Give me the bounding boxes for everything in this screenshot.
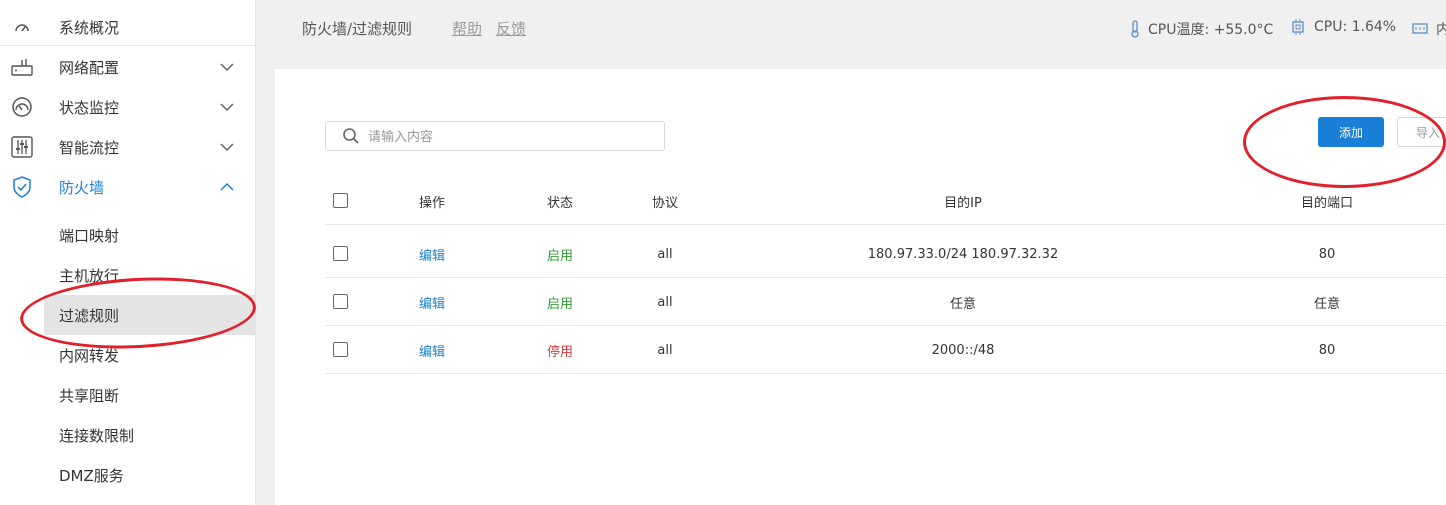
memory-text: 内 xyxy=(1436,22,1446,38)
dashboard-icon xyxy=(10,15,34,39)
sidebar-subitem-label: 共享阻断 xyxy=(59,386,120,405)
sidebar-item-network[interactable]: 网络配置 xyxy=(0,47,256,87)
column-header: 目的端口 xyxy=(1300,195,1353,211)
column-header: 目的IP xyxy=(944,195,982,211)
sidebar-item-label: 网络配置 xyxy=(59,58,120,77)
search-icon xyxy=(343,128,359,144)
sidebar-subitem-filter-rules[interactable]: 过滤规则 xyxy=(44,295,255,335)
sidebar-subitem-label: 过滤规则 xyxy=(59,306,120,325)
add-button[interactable]: 添加 xyxy=(1318,117,1384,147)
dest-port-cell: 80 xyxy=(1318,246,1336,262)
search-input[interactable] xyxy=(368,127,648,147)
cpu-usage-stat: CPU: 1.64% xyxy=(1290,19,1396,35)
router-icon xyxy=(10,55,34,79)
row-checkbox[interactable] xyxy=(333,294,348,309)
sidebar-item-label: 防火墙 xyxy=(59,178,105,197)
select-all-checkbox[interactable] xyxy=(333,193,348,208)
sidebar-item-firewall[interactable]: 防火墙 xyxy=(0,167,256,207)
sidebar-subitem-dmz[interactable]: DMZ服务 xyxy=(0,455,256,495)
breadcrumb: 防火墙/过滤规则 xyxy=(302,20,413,38)
sidebar-item-label: 状态监控 xyxy=(59,98,120,117)
dest-port-cell: 任意 xyxy=(1313,296,1340,312)
sliders-icon xyxy=(10,135,34,159)
column-header: 操作 xyxy=(418,195,445,211)
column-header: 协议 xyxy=(651,195,678,211)
column-header: 状态 xyxy=(546,195,573,211)
sidebar-item-traffic[interactable]: 智能流控 xyxy=(0,127,256,167)
divider xyxy=(0,45,256,46)
sidebar-item-label: 智能流控 xyxy=(59,138,120,157)
cpu-chip-icon xyxy=(1292,19,1304,35)
table-row: 编辑 启用 all 180.97.33.0/24 180.97.32.32 80 xyxy=(325,230,1446,278)
dest-ip-cell: 2000::/48 xyxy=(931,342,995,358)
gauge-icon xyxy=(10,95,34,119)
sidebar-subitem-conn-limit[interactable]: 连接数限制 xyxy=(0,415,256,455)
feedback-link[interactable]: 反馈 xyxy=(496,18,526,39)
chevron-down-icon xyxy=(220,143,234,152)
memory-icon xyxy=(1412,23,1428,34)
cpu-temp-stat: CPU温度: +55.0°C xyxy=(1130,19,1273,39)
chevron-down-icon xyxy=(220,63,234,72)
memory-stat: 内 xyxy=(1412,19,1446,39)
protocol-cell: all xyxy=(657,246,673,262)
dest-ip-cell: 任意 xyxy=(949,296,976,312)
sidebar-subitem-label: 连接数限制 xyxy=(59,426,135,445)
thermometer-icon xyxy=(1131,20,1139,38)
status-badge: 启用 xyxy=(546,248,573,264)
sidebar-subitem-host-allow[interactable]: 主机放行 xyxy=(0,255,256,295)
shield-icon xyxy=(10,175,34,199)
sidebar-subitem-label: 内网转发 xyxy=(59,346,120,365)
sidebar: 系统概况 网络配置 状态监控 智能流控 防火墙 端口映射 主机放行 过滤规则 内… xyxy=(0,0,256,505)
sidebar-subitem-port-mapping[interactable]: 端口映射 xyxy=(0,215,256,255)
edit-link[interactable]: 编辑 xyxy=(387,326,477,374)
help-link[interactable]: 帮助 xyxy=(452,18,482,39)
chevron-down-icon xyxy=(220,103,234,112)
edit-link[interactable]: 编辑 xyxy=(387,278,477,326)
sidebar-item-overview[interactable]: 系统概况 xyxy=(0,7,256,47)
search-box xyxy=(325,121,665,151)
dest-port-cell: 80 xyxy=(1318,342,1336,358)
sidebar-subitem-lan-forward[interactable]: 内网转发 xyxy=(0,335,256,375)
row-checkbox[interactable] xyxy=(333,246,348,261)
sidebar-subitem-label: 主机放行 xyxy=(59,266,120,285)
protocol-cell: all xyxy=(657,294,673,310)
sidebar-item-label: 系统概况 xyxy=(59,18,120,37)
status-badge: 启用 xyxy=(546,296,573,312)
sidebar-subitem-label: 端口映射 xyxy=(59,226,120,245)
dest-ip-cell: 180.97.33.0/24 180.97.32.32 xyxy=(867,246,1059,262)
status-badge: 停用 xyxy=(546,344,573,360)
cpu-usage-text: CPU: 1.64% xyxy=(1314,19,1397,35)
import-button[interactable]: 导入 xyxy=(1397,117,1446,147)
edit-link[interactable]: 编辑 xyxy=(387,230,477,278)
sidebar-item-monitor[interactable]: 状态监控 xyxy=(0,87,256,127)
table-row: 编辑 停用 all 2000::/48 80 xyxy=(325,326,1446,374)
protocol-cell: all xyxy=(657,342,673,358)
chevron-up-icon xyxy=(220,182,234,191)
sidebar-subitem-label: DMZ服务 xyxy=(59,466,124,485)
top-header: 防火墙/过滤规则 帮助 反馈 CPU温度: +55.0°C CPU: 1.64%… xyxy=(256,0,1446,58)
row-checkbox[interactable] xyxy=(333,342,348,357)
sidebar-subitem-share-block[interactable]: 共享阻断 xyxy=(0,375,256,415)
cpu-temp-text: CPU温度: +55.0°C xyxy=(1148,22,1274,38)
main-panel: 添加 导入 操作 状态 协议 目的IP 目的端口 编辑 启用 all 180.9… xyxy=(275,69,1446,505)
table-row: 编辑 启用 all 任意 任意 xyxy=(325,278,1446,326)
table-header: 操作 状态 协议 目的IP 目的端口 xyxy=(325,177,1446,225)
